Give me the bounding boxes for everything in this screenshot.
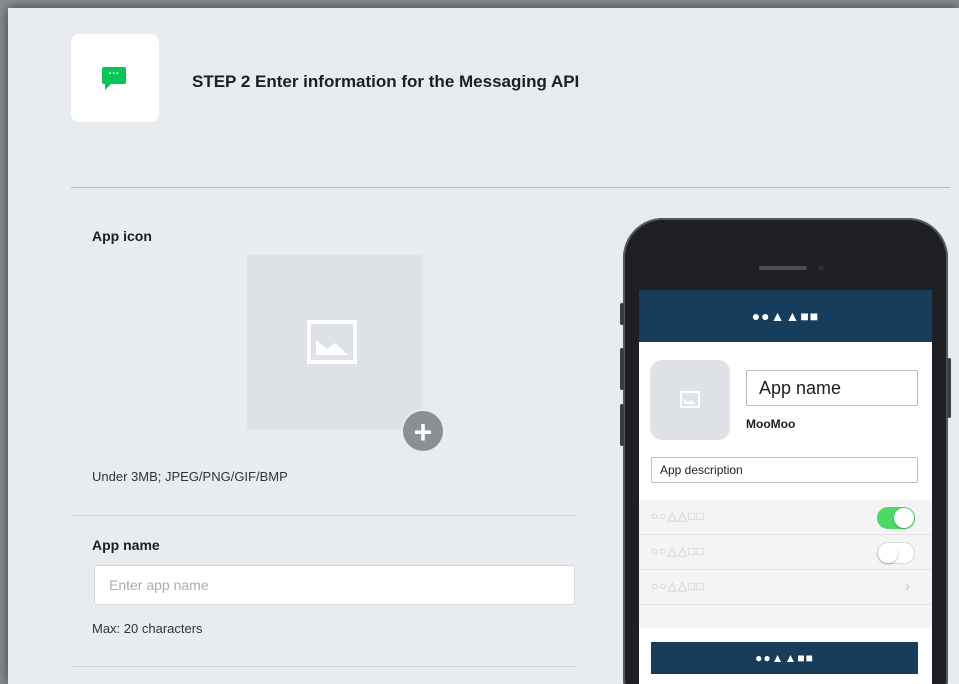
phone-screen: ●●▲▲■■ App name MooMoo App description ○… (639, 290, 932, 684)
phone-volume-down-button (620, 404, 624, 446)
section-divider (71, 515, 576, 516)
preview-app-name: App name (746, 370, 918, 406)
chat-bubble-icon: ··· (102, 67, 126, 90)
app-icon-label: App icon (92, 228, 152, 244)
header-divider (71, 187, 950, 188)
preview-header: ●●▲▲■■ (639, 290, 932, 342)
chat-dots: ··· (108, 68, 120, 80)
app-icon-upload-area[interactable] (247, 255, 422, 430)
app-name-input[interactable] (94, 565, 575, 605)
preview-button: ●●▲▲■■ (651, 642, 918, 674)
phone-preview: ●●▲▲■■ App name MooMoo App description ○… (620, 218, 951, 684)
phone-mute-button (620, 303, 624, 325)
preview-app-description: App description (651, 457, 918, 483)
toggle-knob (878, 543, 898, 563)
chevron-right-icon: › (905, 578, 910, 595)
preview-setting-label: ○○△△□□ (651, 544, 705, 558)
preview-setting-row: ○○△△□□ (639, 535, 932, 570)
preview-toggle-on (877, 507, 915, 529)
step-icon-box: ··· (71, 34, 159, 122)
preview-setting-label: ○○△△□□ (651, 579, 705, 593)
section-divider (71, 666, 576, 667)
page-frame: ··· STEP 2 Enter information for the Mes… (8, 8, 959, 684)
preview-setting-row: ○○△△□□ › (639, 570, 932, 605)
add-app-icon-button[interactable]: + (401, 409, 445, 453)
image-placeholder-icon (307, 320, 357, 364)
app-name-hint: Max: 20 characters (92, 621, 203, 636)
phone-speaker (759, 266, 807, 270)
app-name-label: App name (92, 537, 160, 553)
preview-app-icon (650, 360, 730, 440)
preview-account-name: MooMoo (746, 417, 796, 431)
preview-setting-label: ○○△△□□ (651, 509, 705, 523)
app-icon-hint: Under 3MB; JPEG/PNG/GIF/BMP (92, 469, 288, 484)
preview-toggle-off (877, 542, 915, 564)
phone-camera (818, 265, 824, 271)
phone-volume-up-button (620, 348, 624, 390)
image-placeholder-icon (680, 391, 700, 408)
preview-settings-list: ○○△△□□ ○○△△□□ ○○△△□□ › (639, 500, 932, 628)
page-title: STEP 2 Enter information for the Messagi… (192, 72, 580, 91)
toggle-knob (894, 508, 914, 528)
phone-power-button (947, 358, 951, 418)
preview-setting-row: ○○△△□□ (639, 500, 932, 535)
